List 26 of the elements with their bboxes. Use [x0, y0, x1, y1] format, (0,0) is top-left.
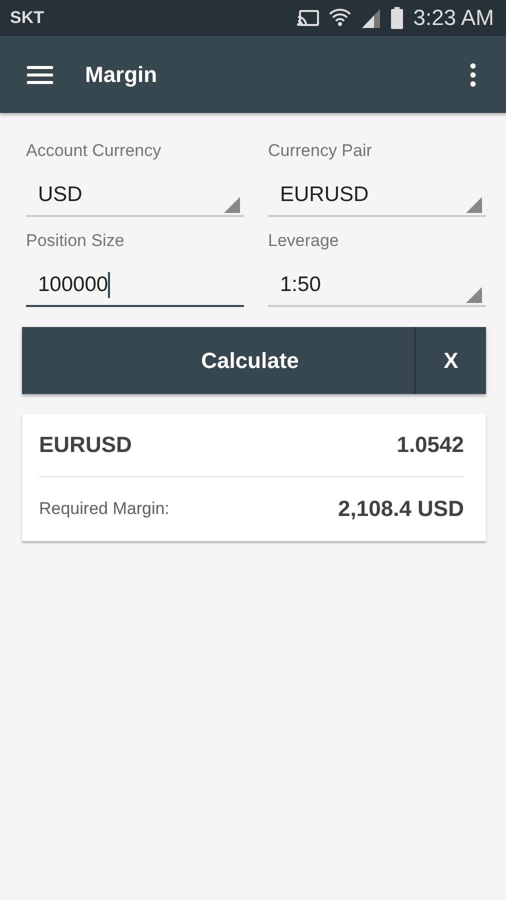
dropdown-field[interactable]: EURUSD [268, 175, 486, 217]
dropdown-corner-icon [466, 287, 482, 303]
margin-label: Required Margin: [39, 499, 170, 519]
field-label: Position Size [26, 231, 126, 251]
clock-time: 3:23 AM [413, 5, 494, 31]
cast-icon [297, 10, 320, 26]
signal-icon [361, 8, 382, 28]
margin-value: 2,108.4 USD [338, 496, 464, 522]
calculate-button[interactable]: Calculate [22, 327, 416, 394]
wifi-icon [329, 7, 352, 29]
battery-icon [391, 7, 404, 29]
more-options-icon[interactable] [470, 62, 476, 86]
field-label: Leverage [268, 231, 340, 251]
field-label: Account Currency [26, 141, 162, 161]
input-field[interactable]: 100000 [26, 265, 244, 307]
currency-pair: EURUSD [39, 432, 132, 458]
field-label: Currency Pair [268, 141, 373, 161]
clear-button[interactable]: X [416, 327, 486, 394]
exchange-rate: 1.0542 [396, 432, 464, 458]
dropdown-corner-icon [466, 197, 482, 213]
dropdown-corner-icon [224, 197, 240, 213]
carrier-name: SKT [10, 8, 44, 28]
menu-icon[interactable] [27, 64, 53, 84]
dropdown-field[interactable]: 1:50 [268, 265, 486, 307]
screen-title: Margin [85, 62, 158, 88]
dropdown-field[interactable]: USD [26, 175, 244, 217]
